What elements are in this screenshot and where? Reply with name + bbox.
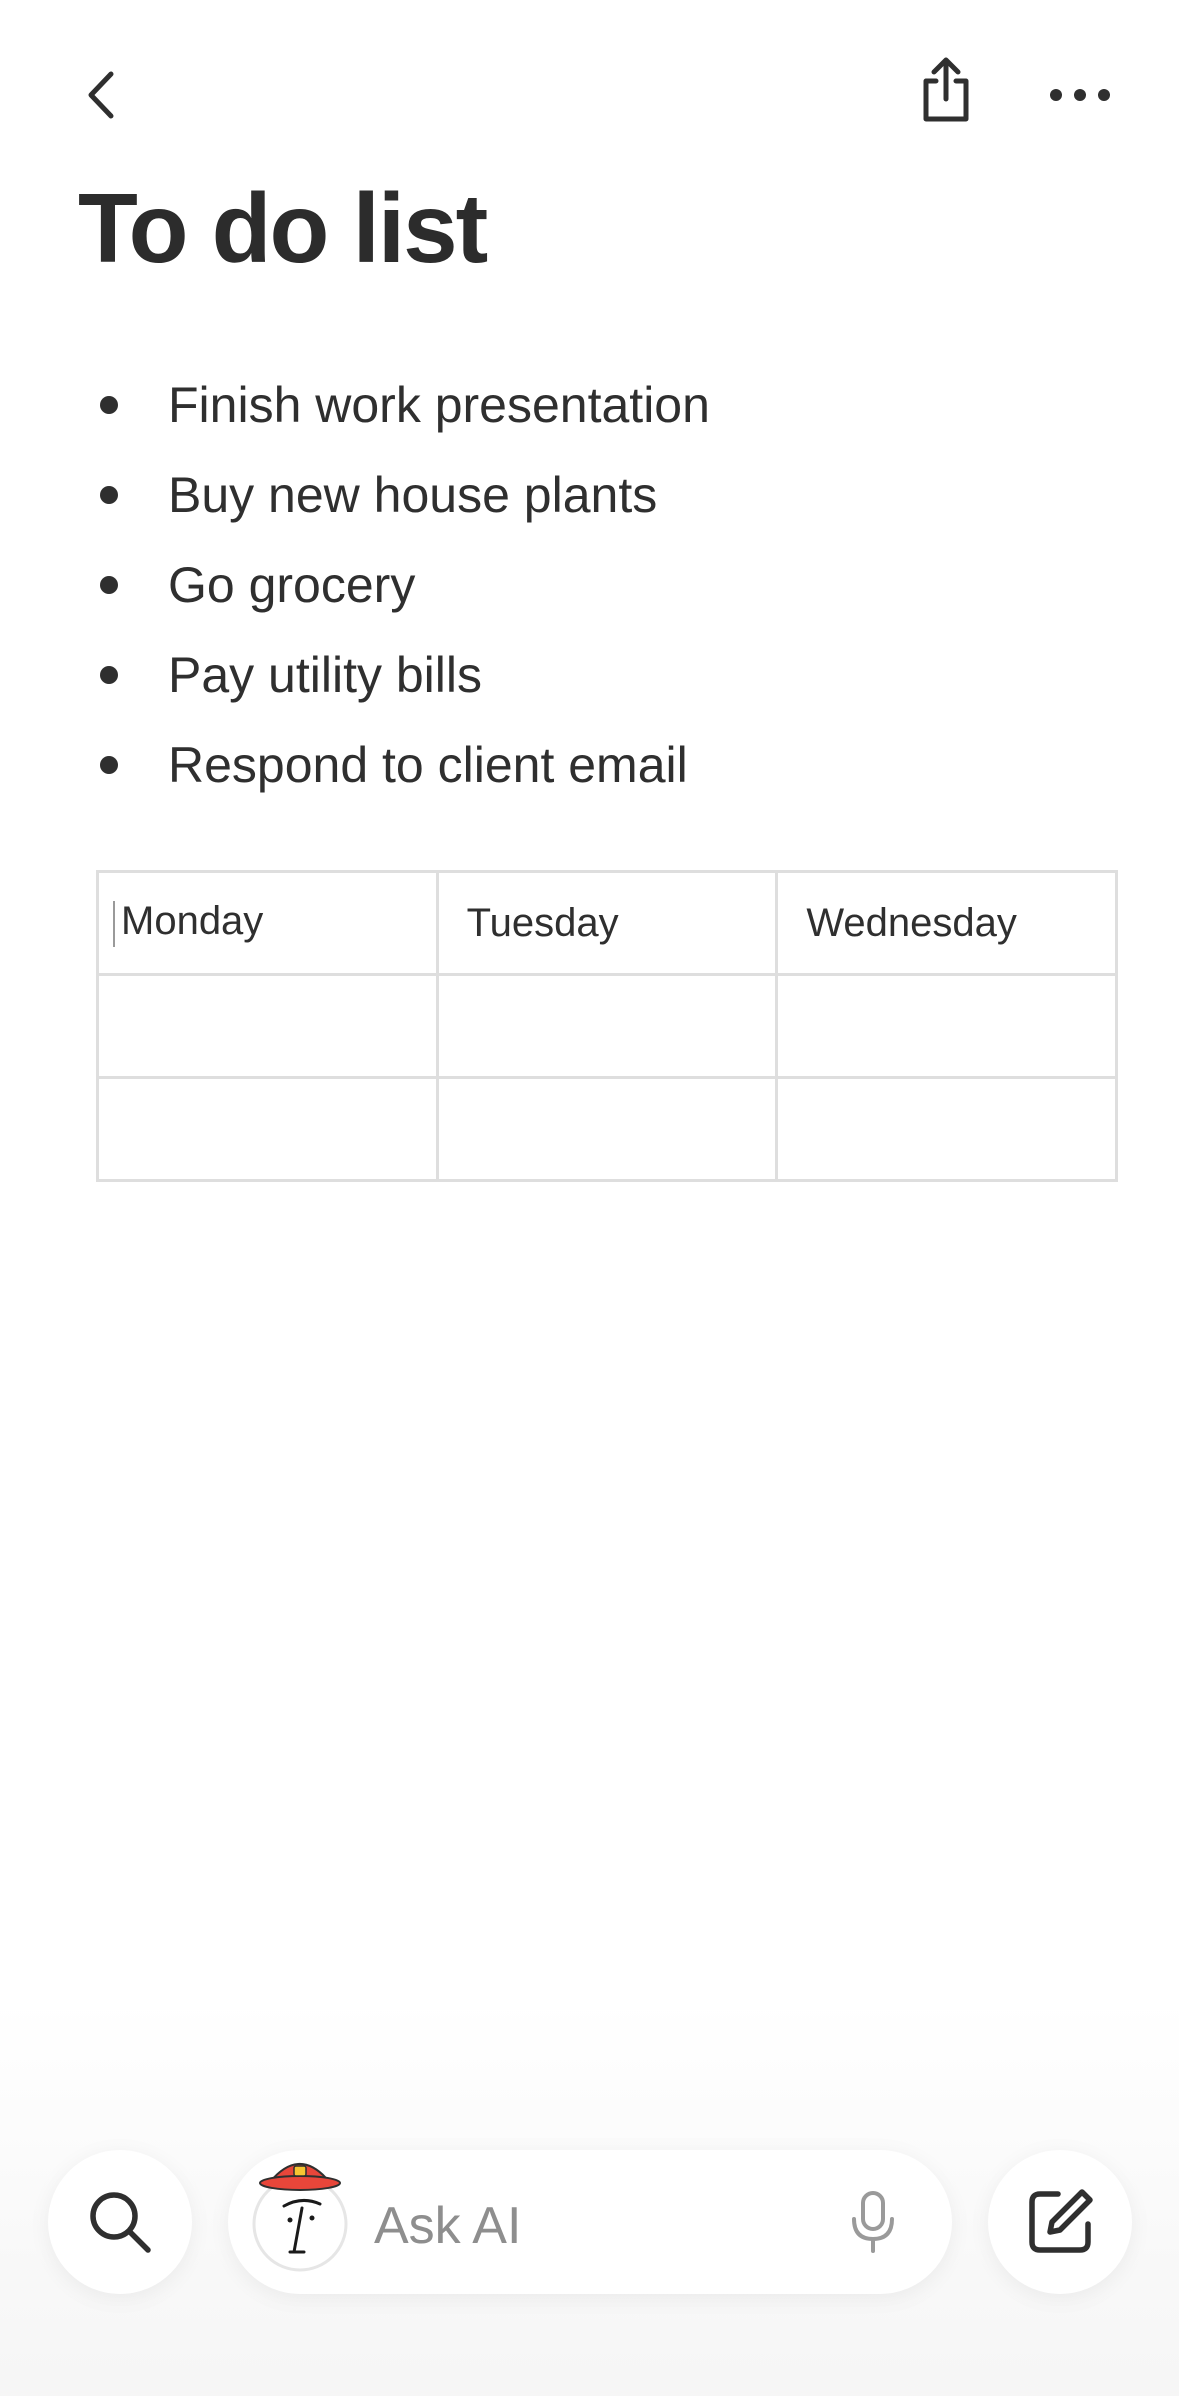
bullet-icon <box>100 756 118 774</box>
ai-face-avatar-icon <box>252 2162 348 2272</box>
table-header-row: Monday Tuesday Wednesday <box>96 870 1118 976</box>
ask-ai-placeholder: Ask AI <box>374 2197 522 2255</box>
ai-avatar[interactable] <box>250 2148 360 2272</box>
table-cell[interactable] <box>775 1076 1118 1182</box>
search-button[interactable] <box>48 2150 192 2294</box>
page-title[interactable]: To do list <box>78 170 488 288</box>
table-cell[interactable] <box>435 1076 779 1182</box>
ask-ai-input[interactable]: Ask AI <box>228 2150 952 2294</box>
list-item[interactable]: Respond to client email <box>100 720 1000 810</box>
list-item-text[interactable]: Finish work presentation <box>168 370 710 440</box>
list-item[interactable]: Finish work presentation <box>100 360 1000 450</box>
microphone-button[interactable] <box>836 2184 910 2260</box>
list-item-text[interactable]: Pay utility bills <box>168 640 482 710</box>
table-row <box>96 1076 1118 1182</box>
compose-icon <box>1029 2189 1093 2253</box>
table-header-monday: Monday <box>121 899 264 944</box>
table-cell[interactable] <box>96 973 439 1079</box>
share-icon <box>923 57 969 122</box>
table-cell[interactable] <box>96 1076 439 1182</box>
chevron-left-icon <box>88 71 114 119</box>
table-header-tuesday: Tuesday <box>466 900 619 945</box>
list-item-text[interactable]: Respond to client email <box>168 730 688 800</box>
list-item[interactable]: Pay utility bills <box>100 630 1000 720</box>
list-item-text[interactable]: Buy new house plants <box>168 460 657 530</box>
list-item[interactable]: Go grocery <box>100 540 1000 630</box>
weekday-table: Monday Tuesday Wednesday <box>96 870 1118 1182</box>
table-row <box>96 973 1118 1079</box>
compose-button[interactable] <box>988 2150 1132 2294</box>
table-header-wednesday: Wednesday <box>806 900 1017 945</box>
table-cell[interactable] <box>775 973 1118 1079</box>
microphone-icon <box>852 2191 894 2253</box>
more-options-button[interactable] <box>1040 60 1120 130</box>
share-button[interactable] <box>906 50 986 130</box>
list-item[interactable]: Buy new house plants <box>100 450 1000 540</box>
search-icon <box>90 2192 151 2253</box>
table-cell[interactable]: Tuesday <box>435 870 779 976</box>
bullet-icon <box>100 486 118 504</box>
text-cursor <box>113 900 115 947</box>
list-item-text[interactable]: Go grocery <box>168 550 415 620</box>
bullet-icon <box>100 576 118 594</box>
more-horizontal-icon <box>1050 89 1110 101</box>
bullet-icon <box>100 666 118 684</box>
table-cell[interactable]: Wednesday <box>775 870 1118 976</box>
table-cell[interactable]: Monday <box>96 870 439 976</box>
table-cell[interactable] <box>435 973 779 1079</box>
back-button[interactable] <box>66 60 136 130</box>
todo-list: Finish work presentation Buy new house p… <box>100 360 1000 810</box>
bullet-icon <box>100 396 118 414</box>
